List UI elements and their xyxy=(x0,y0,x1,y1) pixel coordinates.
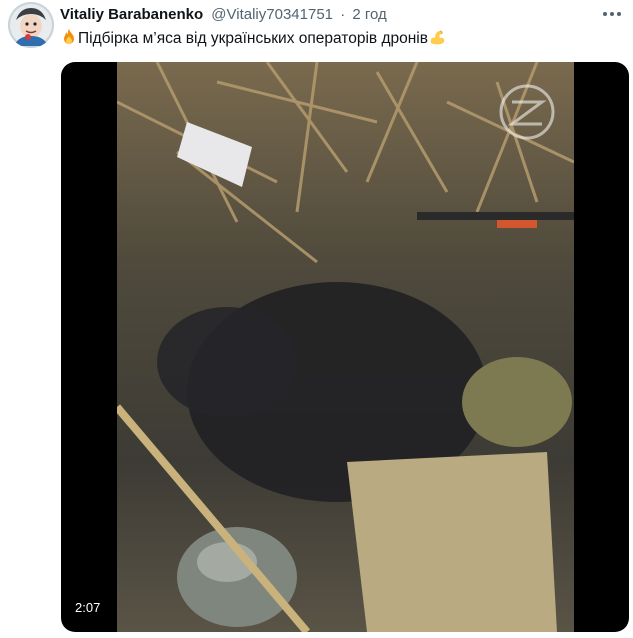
fire-icon xyxy=(64,29,74,44)
tweet-text: Підбірка м’яса від українських операторі… xyxy=(60,28,613,50)
tweet-header: Vitaliy Barabanenko @Vitaliy70341751 · 2… xyxy=(60,5,593,25)
avatar-image xyxy=(8,2,54,48)
more-options-icon[interactable] xyxy=(599,4,625,24)
video-player[interactable]: 2:07 xyxy=(61,62,629,632)
avatar[interactable] xyxy=(8,2,54,48)
separator-dot: · xyxy=(340,6,346,23)
author-display-name[interactable]: Vitaliy Barabanenko xyxy=(60,6,203,23)
video-duration: 2:07 xyxy=(69,597,107,618)
tweet: Vitaliy Barabanenko @Vitaliy70341751 · 2… xyxy=(0,0,633,638)
flexed-biceps-icon xyxy=(430,30,445,45)
tweet-body: Підбірка м’яса від українських операторі… xyxy=(78,30,428,47)
video-thumbnail xyxy=(117,62,574,632)
tweet-timestamp[interactable]: 2 год xyxy=(352,6,386,23)
author-handle[interactable]: @Vitaliy70341751 xyxy=(211,6,333,23)
